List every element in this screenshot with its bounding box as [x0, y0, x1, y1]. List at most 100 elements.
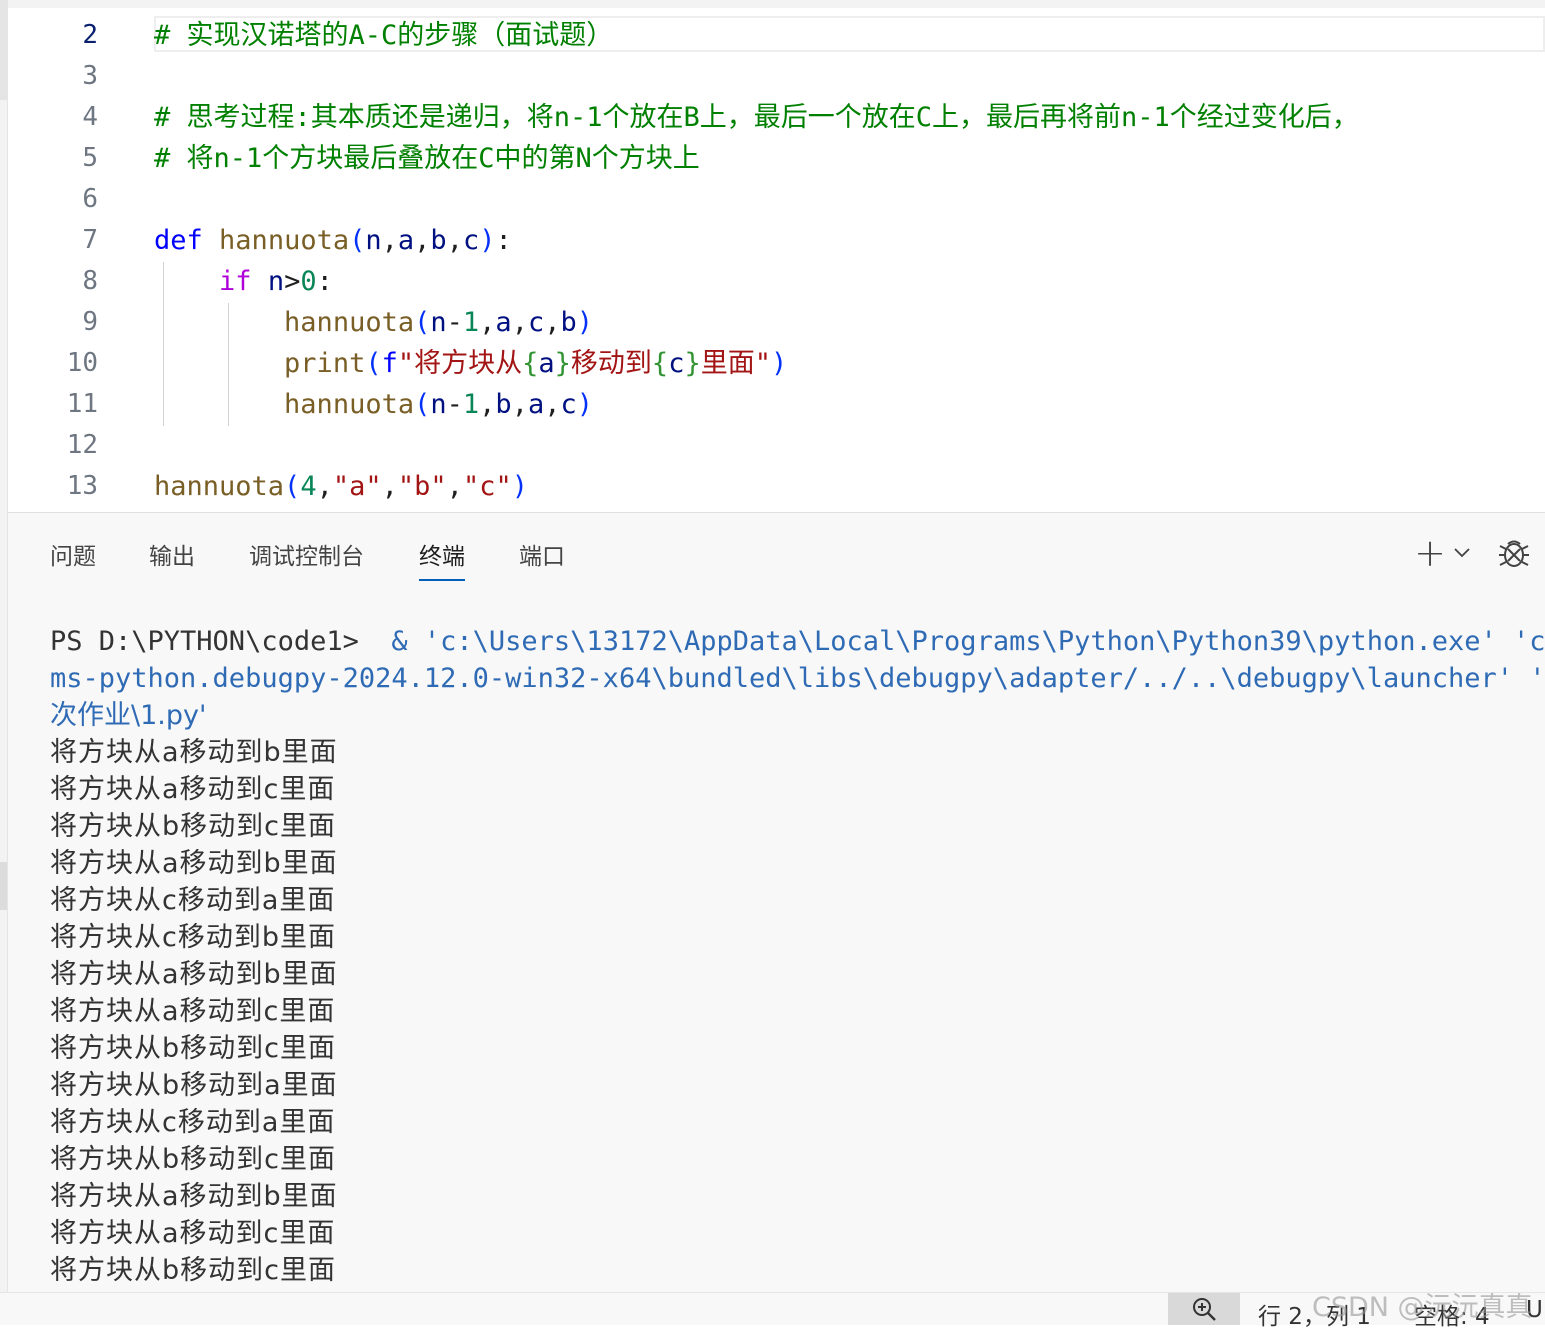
code-token: , — [544, 307, 561, 338]
code-token: a — [527, 389, 545, 420]
debug-terminal-button[interactable] — [1494, 531, 1534, 575]
output-line: 将方块从a移动到b里面 — [50, 959, 338, 990]
code-line[interactable]: 10 print(f"将方块从{a}移动到{c}里面") — [8, 343, 1545, 384]
code-text: def hannuota(n,a,b,c): — [154, 220, 512, 261]
line-number: 4 — [82, 102, 98, 132]
code-token: b — [430, 225, 447, 256]
code-line[interactable]: 6 — [8, 179, 1545, 220]
code-token: , — [544, 389, 561, 420]
terminal-command-line-2: ms-python.debugpy-2024.12.0-win32-x64\bu… — [50, 663, 1545, 694]
code-token: - — [446, 389, 463, 420]
code-editor[interactable]: 2 # 实现汉诺塔的A-C的步骤（面试题） 3 4 # 思考过程:其本质还是递归，将n-… — [8, 0, 1545, 512]
code-token: > — [284, 266, 301, 297]
code-text: if n>0: — [154, 261, 333, 302]
code-token: f — [381, 348, 398, 379]
code-token: c — [462, 225, 480, 256]
code-token: , — [446, 471, 463, 502]
code-text: print(f"将方块从{a}移动到{c}里面") — [154, 343, 787, 384]
code-token: - — [446, 307, 463, 338]
code-token: c — [668, 348, 685, 379]
code-token: c — [560, 389, 577, 420]
code-token: ( — [349, 225, 366, 256]
tab-terminal[interactable]: 终端 — [419, 537, 465, 581]
code-token: 4 — [300, 471, 317, 502]
indent-guide — [228, 303, 229, 426]
code-line[interactable]: 4 # 思考过程:其本质还是递归，将n-1个放在B上，最后一个放在C上，最后再将前… — [8, 97, 1545, 138]
new-terminal-button[interactable]: + — [1410, 531, 1450, 575]
code-line[interactable]: 13 hannuota(4,"a","b","c") — [8, 466, 1545, 507]
indent-guide — [163, 262, 164, 426]
code-token: , — [479, 307, 496, 338]
bug-icon — [1499, 540, 1529, 567]
terminal-command-line: PS D:\PYTHON\code1> & 'c:\Users\13172\Ap… — [50, 623, 1545, 660]
code-token: ) — [479, 225, 496, 256]
panel-tabs: 问题 输出 调试控制台 终端 端口 + — [8, 513, 1545, 593]
code-token: } — [554, 348, 571, 379]
code-text: # 思考过程:其本质还是递归，将n-1个放在B上，最后一个放在C上，最后再将前n… — [154, 97, 1359, 138]
zoom-button[interactable] — [1168, 1293, 1240, 1325]
activity-bar-segment — [0, 862, 7, 910]
tab-ports[interactable]: 端口 — [519, 537, 565, 571]
code-token: c — [527, 307, 545, 338]
editor-top-strip — [8, 0, 1545, 8]
line-number: 6 — [82, 184, 98, 214]
tab-output[interactable]: 输出 — [149, 537, 195, 571]
code-token: hannuota — [284, 389, 415, 420]
code-token: , — [381, 471, 398, 502]
code-token: a — [495, 307, 512, 338]
terminal-command: & 'c:\Users\13172\AppData\Local\Programs… — [359, 626, 1545, 657]
line-number: 2 — [82, 20, 98, 50]
watermark: CSDN @沅沅真真 — [1312, 1292, 1533, 1323]
code-text: # 实现汉诺塔的A-C的步骤（面试题） — [154, 15, 613, 56]
code-token: ) — [576, 307, 594, 338]
terminal-profile-dropdown[interactable] — [1448, 531, 1476, 575]
code-token: "a" — [332, 471, 382, 502]
code-token: , — [381, 225, 398, 256]
code-token: n — [267, 266, 285, 297]
code-text: hannuota(n-1,a,c,b) — [154, 302, 593, 343]
code-token: 移动到 — [570, 348, 652, 379]
code-line[interactable]: 9 hannuota(n-1,a,c,b) — [8, 302, 1545, 343]
code-token: , — [511, 389, 528, 420]
output-line: 将方块从a移动到b里面 — [50, 737, 338, 768]
chevron-down-icon — [1454, 548, 1470, 558]
code-token: 0 — [300, 266, 317, 297]
line-number: 10 — [66, 348, 98, 378]
terminal-output[interactable]: PS D:\PYTHON\code1> & 'c:\Users\13172\Ap… — [50, 623, 1545, 1289]
code-line[interactable]: 7 def hannuota(n,a,b,c): — [8, 220, 1545, 261]
code-token: ( — [414, 389, 431, 420]
program-output: 将方块从a移动到b里面 将方块从a移动到c里面 将方块从b移动到c里面 将方块从a移动… — [50, 734, 1545, 1289]
tab-debug-console[interactable]: 调试控制台 — [249, 537, 364, 571]
code-token: "将方块从 — [397, 348, 523, 379]
code-line[interactable]: 5 # 将n-1个方块最后叠放在C中的第N个方块上 — [8, 138, 1545, 179]
code-line[interactable]: 2 # 实现汉诺塔的A-C的步骤（面试题） — [8, 15, 1545, 56]
code-text: hannuota(4,"a","b","c") — [154, 466, 528, 507]
terminal-prompt: PS D:\PYTHON\code1> — [50, 626, 359, 657]
code-token: ( — [414, 307, 431, 338]
code-token: n — [365, 225, 382, 256]
code-token: # 实现汉诺塔的A-C的步骤（面试题） — [154, 20, 614, 51]
code-line[interactable]: 8 if n>0: — [8, 261, 1545, 302]
code-token: n — [430, 307, 447, 338]
output-line: 将方块从b移动到c里面 — [50, 811, 336, 842]
zoom-in-icon — [1193, 1298, 1216, 1321]
code-token: hannuota — [284, 307, 415, 338]
code-line[interactable]: 12 — [8, 425, 1545, 466]
code-line[interactable]: 11 hannuota(n-1,b,a,c) — [8, 384, 1545, 425]
output-line: 将方块从a移动到b里面 — [50, 848, 338, 879]
output-line: 将方块从c移动到a里面 — [50, 1107, 336, 1138]
bottom-panel: 问题 输出 调试控制台 终端 端口 + PS D:\PYTHON\code1> … — [8, 512, 1545, 1293]
tab-problems[interactable]: 问题 — [50, 537, 96, 571]
code-line[interactable]: 3 — [8, 56, 1545, 97]
line-number: 3 — [82, 61, 98, 91]
code-token: if — [219, 266, 252, 297]
line-number: 13 — [66, 471, 98, 501]
terminal-command-line-3: 次作业\1.py' — [50, 700, 207, 731]
output-line: 将方块从a移动到b里面 — [50, 1181, 338, 1212]
code-token: ( — [365, 348, 382, 379]
code-token: } — [684, 348, 701, 379]
